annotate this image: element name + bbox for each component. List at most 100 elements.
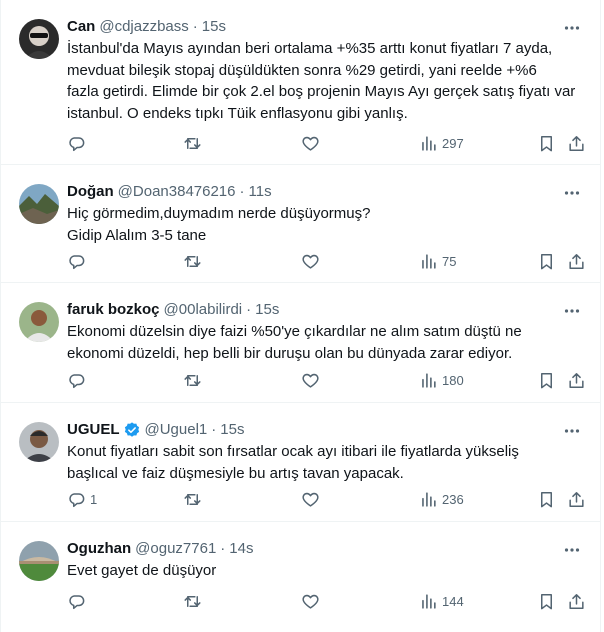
reply-icon	[69, 492, 85, 507]
bookmark-button[interactable]	[537, 134, 556, 153]
views-button[interactable]: 75	[419, 252, 456, 271]
heart-icon	[302, 492, 319, 507]
heart-icon	[302, 373, 319, 388]
avatar[interactable]	[19, 541, 59, 581]
avatar[interactable]	[19, 422, 59, 462]
bookmark-icon	[540, 135, 553, 151]
share-button[interactable]	[567, 252, 586, 271]
tweet[interactable]: faruk bozkoç @00labilirdi · 15s Ekonomi …	[1, 283, 600, 403]
author-handle[interactable]: @oguz7761	[135, 539, 216, 559]
timestamp[interactable]: 15s	[202, 17, 226, 37]
bookmark-icon	[540, 491, 553, 507]
bookmark-button[interactable]	[537, 592, 556, 611]
tweet[interactable]: Doğan @Doan38476216 · 11s Hiç görmedim,d…	[1, 165, 600, 283]
author-name[interactable]: UGUEL	[67, 420, 120, 440]
views-button[interactable]: 180	[419, 371, 464, 390]
more-options-icon[interactable]	[562, 421, 582, 441]
share-button[interactable]	[567, 490, 586, 509]
tweet[interactable]: Oguzhan @oguz7761 · 14s Evet gayet de dü…	[1, 522, 600, 632]
views-chart-icon	[422, 593, 436, 609]
more-options-icon[interactable]	[562, 18, 582, 38]
views-chart-icon	[422, 372, 436, 388]
like-button[interactable]	[301, 252, 320, 271]
tweet[interactable]: Can @cdjazzbass · 15s İstanbul'da Mayıs …	[1, 0, 600, 165]
separator-dot: ·	[211, 421, 217, 438]
separator-dot: ·	[192, 18, 198, 35]
retweet-button[interactable]	[183, 592, 202, 611]
author-name[interactable]: faruk bozkoç	[67, 300, 160, 320]
retweet-icon	[184, 595, 201, 607]
more-options-icon[interactable]	[562, 183, 582, 203]
tweet[interactable]: UGUEL @Uguel1 · 15s Konut fiyatları sabi…	[1, 403, 600, 522]
tweet-text: Ekonomi düzelsin diye faizi %50'ye çıkar…	[67, 323, 522, 362]
author-name[interactable]: Can	[67, 17, 95, 37]
reply-button[interactable]	[67, 371, 90, 390]
reply-icon	[69, 136, 85, 151]
timestamp[interactable]: 14s	[229, 539, 253, 559]
timestamp[interactable]: 15s	[220, 420, 244, 440]
view-count: 144	[442, 593, 464, 609]
share-button[interactable]	[567, 371, 586, 390]
avatar[interactable]	[19, 302, 59, 342]
retweet-icon	[184, 374, 201, 386]
tweet-actions: 75	[67, 251, 586, 271]
bookmark-button[interactable]	[537, 252, 556, 271]
retweet-icon	[184, 255, 201, 267]
bookmark-icon	[540, 253, 553, 269]
timestamp[interactable]: 15s	[255, 300, 279, 320]
like-button[interactable]	[301, 371, 320, 390]
retweet-button[interactable]	[183, 371, 202, 390]
reply-icon	[69, 254, 85, 269]
reply-button[interactable]	[67, 134, 90, 153]
retweet-button[interactable]	[183, 134, 202, 153]
reply-count: 1	[90, 491, 98, 507]
view-count: 236	[442, 491, 464, 507]
views-chart-icon	[422, 491, 436, 507]
reply-icon	[69, 594, 85, 609]
views-button[interactable]: 297	[419, 134, 464, 153]
share-button[interactable]	[567, 134, 586, 153]
author-handle[interactable]: @cdjazzbass	[99, 17, 188, 37]
author-name[interactable]: Oguzhan	[67, 539, 131, 559]
share-icon	[569, 135, 584, 151]
reply-button[interactable]	[67, 592, 90, 611]
tweet-text: İstanbul'da Mayıs ayından beri ortalama …	[67, 40, 576, 122]
like-button[interactable]	[301, 490, 320, 509]
reply-button[interactable]: 1	[67, 490, 97, 509]
bookmark-button[interactable]	[537, 490, 556, 509]
like-button[interactable]	[301, 134, 320, 153]
more-options-icon[interactable]	[562, 540, 582, 560]
reply-icon	[69, 373, 85, 388]
bookmark-icon	[540, 372, 553, 388]
retweet-icon	[184, 493, 201, 505]
share-icon	[569, 372, 584, 388]
views-chart-icon	[422, 135, 436, 151]
share-icon	[569, 253, 584, 269]
views-button[interactable]: 144	[419, 592, 464, 611]
bookmark-icon	[540, 593, 553, 609]
tweet-text: Evet gayet de düşüyor	[67, 562, 217, 579]
bookmark-button[interactable]	[537, 371, 556, 390]
retweet-button[interactable]	[183, 490, 202, 509]
reply-button[interactable]	[67, 252, 90, 271]
more-options-icon[interactable]	[562, 301, 582, 321]
retweet-button[interactable]	[183, 252, 202, 271]
avatar[interactable]	[19, 184, 59, 224]
separator-dot: ·	[246, 301, 252, 318]
author-handle[interactable]: @Uguel1	[145, 420, 208, 440]
author-handle[interactable]: @00labilirdi	[164, 300, 243, 320]
like-button[interactable]	[301, 592, 320, 611]
author-name[interactable]: Doğan	[67, 182, 114, 202]
tweet-text: Konut fiyatları sabit son fırsatlar ocak…	[67, 443, 519, 482]
share-button[interactable]	[567, 592, 586, 611]
reply-feed: Can @cdjazzbass · 15s İstanbul'da Mayıs …	[0, 0, 601, 632]
tweet-text: Hiç görmedim,duymadım nerde düşüyormuş? …	[67, 205, 371, 244]
separator-dot: ·	[220, 540, 226, 557]
view-count: 297	[442, 135, 464, 151]
share-icon	[569, 491, 584, 507]
separator-dot: ·	[239, 183, 245, 200]
author-handle[interactable]: @Doan38476216	[118, 182, 236, 202]
views-button[interactable]: 236	[419, 490, 464, 509]
avatar[interactable]	[19, 19, 59, 59]
timestamp[interactable]: 11s	[249, 182, 272, 202]
